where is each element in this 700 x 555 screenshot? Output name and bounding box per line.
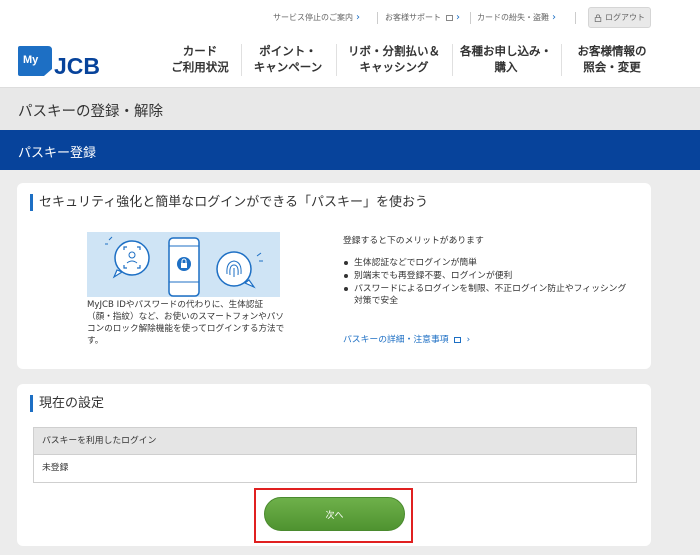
- benefit-lead: 登録すると下のメリットがあります: [343, 236, 484, 246]
- support-link[interactable]: お客様サポート ›: [385, 12, 460, 23]
- page-title: パスキーの登録・解除: [18, 104, 163, 120]
- nav-card-usage[interactable]: カード ご利用状況: [170, 43, 230, 75]
- nav-revolving-cashing[interactable]: リボ・分割払い＆ キャッシング: [344, 43, 444, 75]
- nav-applications[interactable]: 各種お申し込み・ 購入: [456, 43, 556, 75]
- chevron-right-icon: ›: [552, 12, 556, 23]
- divider: [470, 12, 471, 24]
- lost-card-label: カードの紛失・盗難: [477, 13, 549, 22]
- passkey-info-card: セキュリティ強化と簡単なログインができる「パスキー」を使おう MyJCB IDや…: [17, 183, 651, 369]
- chevron-right-icon: ›: [356, 12, 360, 23]
- nav-label: お客様情報の: [577, 44, 647, 58]
- details-link-label: パスキーの詳細・注意事項: [343, 335, 449, 345]
- external-link-icon: [453, 337, 461, 343]
- lock-icon: [594, 13, 602, 22]
- nav-divider: [336, 44, 337, 76]
- divider: [377, 12, 378, 24]
- nav-label: 各種お申し込み・: [460, 44, 552, 58]
- list-item: 生体認証などでログインが簡単: [343, 257, 633, 269]
- passkey-caption: MyJCB IDやパスワードの代わりに、生体認証（顔・指紋）など、お使いのスマー…: [87, 300, 285, 346]
- current-settings-heading: 現在の設定: [30, 395, 104, 412]
- passkey-illustration: [87, 232, 280, 297]
- nav-label: キャッシング: [359, 60, 429, 74]
- list-item: 別端末でも再登録不要、ログインが便利: [343, 270, 633, 282]
- passkey-heading: セキュリティ強化と簡単なログインができる「パスキー」を使おう: [30, 194, 428, 211]
- myjcb-logo[interactable]: My JCB: [18, 43, 124, 77]
- settings-table: パスキーを利用したログイン 未登録: [33, 427, 637, 483]
- logout-label: ログアウト: [605, 13, 645, 22]
- table-value-cell: 未登録: [34, 455, 636, 482]
- table-header-cell: パスキーを利用したログイン: [34, 428, 636, 455]
- chevron-right-icon: ›: [466, 335, 471, 345]
- nav-label: カード: [182, 44, 218, 58]
- passkey-details-link[interactable]: パスキーの詳細・注意事項 ›: [343, 332, 470, 345]
- logo-my-text: My: [23, 54, 39, 66]
- nav-label: キャンペーン: [253, 60, 323, 74]
- nav-label: ご利用状況: [171, 60, 229, 74]
- nav-divider: [241, 44, 242, 76]
- page-title-band: パスキーの登録・解除: [0, 87, 700, 130]
- nav-points-campaign[interactable]: ポイント・キャンペーン: [252, 43, 324, 75]
- section-header: パスキー登録: [0, 130, 700, 170]
- service-status-link[interactable]: サービス停止のご案内 ›: [273, 12, 360, 23]
- nav-customer-info[interactable]: お客様情報の 照会・変更: [570, 43, 654, 75]
- current-settings-card: 現在の設定 パスキーを利用したログイン 未登録 次へ: [17, 384, 651, 546]
- nav-divider: [561, 44, 562, 76]
- logout-button[interactable]: ログアウト: [588, 7, 651, 28]
- nav-label: リボ・分割払い＆: [348, 44, 440, 58]
- nav-divider: [452, 44, 453, 76]
- external-link-icon: [446, 15, 453, 21]
- chevron-right-icon: ›: [456, 12, 460, 23]
- divider: [575, 12, 576, 24]
- nav-label: 購入: [494, 60, 518, 74]
- logo-jcb-text: JCB: [54, 53, 100, 77]
- nav-label: 照会・変更: [583, 60, 641, 74]
- support-label: お客様サポート: [385, 13, 441, 22]
- next-button[interactable]: 次へ: [264, 497, 405, 531]
- lost-card-link[interactable]: カードの紛失・盗難 ›: [477, 12, 556, 23]
- nav-label: ポイント・: [259, 44, 317, 58]
- main-header: My JCB カードご利用状況 ポイント・キャンペーン リボ・分割払い＆ キャッシ…: [0, 34, 700, 87]
- service-status-label: サービス停止のご案内: [273, 13, 353, 22]
- list-item: パスワードによるログインを制限、不正ログイン防止やフィッシング対策で安全: [343, 283, 633, 307]
- section-title: パスキー登録: [18, 146, 97, 161]
- utility-bar: サービス停止のご案内 › お客様サポート › カードの紛失・盗難 › ログアウト: [0, 0, 700, 34]
- benefit-list: 生体認証などでログインが簡単 別端末でも再登録不要、ログインが便利 パスワードに…: [343, 257, 633, 308]
